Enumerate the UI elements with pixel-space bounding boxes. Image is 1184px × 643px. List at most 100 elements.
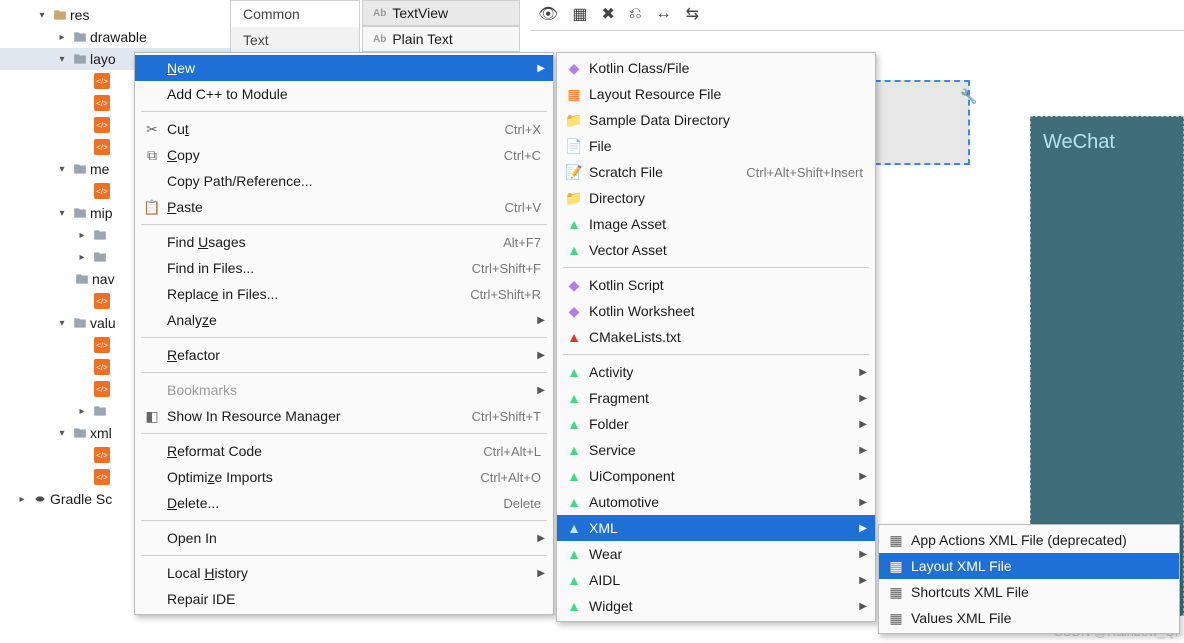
xml-file-icon: </> <box>94 359 110 375</box>
tree-label: me <box>90 161 109 177</box>
menu-shortcuts-xml[interactable]: ▦Shortcuts XML File <box>879 579 1179 605</box>
folder-icon <box>72 51 88 67</box>
menu-local-history[interactable]: Local History▶ <box>135 560 553 586</box>
tree-label: mip <box>90 205 113 221</box>
palette-panel: Common Text <box>230 0 360 54</box>
clear-constraints-icon[interactable]: ⎌ <box>629 5 642 23</box>
eye-icon[interactable]: 👁 <box>538 4 558 24</box>
chevron-right-icon: ▶ <box>537 315 545 326</box>
menu-xml[interactable]: ▲XML▶ <box>557 515 875 541</box>
folder-icon <box>72 315 88 331</box>
xml-file-icon: </> <box>94 469 110 485</box>
palette-category-common[interactable]: Common <box>231 1 359 27</box>
menu-new[interactable]: New▶ <box>135 55 553 81</box>
tree-label: Gradle Sc <box>50 491 112 507</box>
component-plaintext[interactable]: AbPlain Text <box>362 26 520 52</box>
chevron-down-icon: ▾ <box>34 10 50 21</box>
align-icon[interactable]: ↔ <box>656 5 672 23</box>
distribute-icon[interactable]: ⇆ <box>686 4 699 24</box>
palette-category-text[interactable]: Text <box>231 27 359 53</box>
menu-activity[interactable]: ▲Activity▶ <box>557 359 875 385</box>
separator <box>141 111 547 112</box>
scratch-file-icon: 📝 <box>565 164 583 181</box>
menu-app-actions-xml[interactable]: ▦App Actions XML File (deprecated) <box>879 527 1179 553</box>
menu-copy-path[interactable]: Copy Path/Reference... <box>135 168 553 194</box>
tree-folder-drawable[interactable]: ▸ drawable <box>0 26 230 48</box>
grid-icon[interactable]: ▦ <box>572 4 587 24</box>
menu-kotlin-class[interactable]: ◆Kotlin Class/File <box>557 55 875 81</box>
folder-icon <box>74 271 90 287</box>
menu-image-asset[interactable]: ▲Image Asset <box>557 211 875 237</box>
chevron-down-icon: ▾ <box>54 54 70 65</box>
xml-file-icon: </> <box>94 447 110 463</box>
menu-fragment[interactable]: ▲Fragment▶ <box>557 385 875 411</box>
component-label: TextView <box>392 5 448 21</box>
autoconnect-off-icon[interactable]: ✖ <box>601 4 614 24</box>
menu-values-xml[interactable]: ▦Values XML File <box>879 605 1179 631</box>
menu-sample-data-directory[interactable]: 📁Sample Data Directory <box>557 107 875 133</box>
menu-paste[interactable]: 📋PasteCtrl+V <box>135 194 553 220</box>
menu-folder[interactable]: ▲Folder▶ <box>557 411 875 437</box>
component-textview[interactable]: AbTextView <box>362 0 520 26</box>
menu-cut[interactable]: ✂CutCtrl+X <box>135 116 553 142</box>
context-menu: New▶ Add C++ to Module ✂CutCtrl+X ⧉CopyC… <box>134 52 554 615</box>
menu-find-usages[interactable]: Find UsagesAlt+F7 <box>135 229 553 255</box>
xml-file-icon: ▦ <box>887 584 905 601</box>
menu-automotive[interactable]: ▲Automotive▶ <box>557 489 875 515</box>
tree-label: nav <box>92 271 115 287</box>
kotlin-icon: ◆ <box>565 303 583 320</box>
android-icon: ▲ <box>565 416 583 432</box>
menu-file[interactable]: 📄File <box>557 133 875 159</box>
tree-folder-res[interactable]: ▾ res <box>0 4 230 26</box>
menu-layout-resource-file[interactable]: ▦Layout Resource File <box>557 81 875 107</box>
menu-refactor[interactable]: Refactor▶ <box>135 342 553 368</box>
menu-repair-ide[interactable]: Repair IDE <box>135 586 553 612</box>
xml-file-icon: </> <box>94 117 110 133</box>
menu-wear[interactable]: ▲Wear▶ <box>557 541 875 567</box>
menu-cmakelists[interactable]: ▲CMakeLists.txt <box>557 324 875 350</box>
chevron-right-icon: ▸ <box>74 252 90 263</box>
menu-kotlin-worksheet[interactable]: ◆Kotlin Worksheet <box>557 298 875 324</box>
separator <box>141 520 547 521</box>
separator <box>563 267 869 268</box>
chevron-right-icon: ▶ <box>859 367 867 378</box>
menu-find-in-files[interactable]: Find in Files...Ctrl+Shift+F <box>135 255 553 281</box>
xml-file-icon: </> <box>94 337 110 353</box>
android-icon: ▲ <box>565 442 583 458</box>
xml-file-icon: </> <box>94 73 110 89</box>
kotlin-icon: ◆ <box>565 60 583 77</box>
menu-layout-xml-file[interactable]: ▦Layout XML File <box>879 553 1179 579</box>
xml-file-icon: </> <box>94 183 110 199</box>
menu-optimize-imports[interactable]: Optimize ImportsCtrl+Alt+O <box>135 464 553 490</box>
menu-replace-in-files[interactable]: Replace in Files...Ctrl+Shift+R <box>135 281 553 307</box>
menu-uicomponent[interactable]: ▲UiComponent▶ <box>557 463 875 489</box>
menu-aidl[interactable]: ▲AIDL▶ <box>557 567 875 593</box>
menu-bookmarks[interactable]: Bookmarks▶ <box>135 377 553 403</box>
menu-vector-asset[interactable]: ▲Vector Asset <box>557 237 875 263</box>
menu-directory[interactable]: 📁Directory <box>557 185 875 211</box>
separator <box>141 433 547 434</box>
folder-icon: 📁 <box>565 190 583 207</box>
tree-label: valu <box>90 315 116 331</box>
chevron-right-icon: ▶ <box>859 497 867 508</box>
menu-delete[interactable]: Delete...Delete <box>135 490 553 516</box>
wrench-icon[interactable]: 🔧 <box>960 88 977 105</box>
menu-kotlin-script[interactable]: ◆Kotlin Script <box>557 272 875 298</box>
menu-widget[interactable]: ▲Widget▶ <box>557 593 875 619</box>
design-toolbar: 👁 ▦ ✖ ⎌ ↔ ⇆ <box>530 0 707 28</box>
chevron-right-icon: ▶ <box>537 568 545 579</box>
menu-add-cpp[interactable]: Add C++ to Module <box>135 81 553 107</box>
menu-reformat-code[interactable]: Reformat CodeCtrl+Alt+L <box>135 438 553 464</box>
menu-service[interactable]: ▲Service▶ <box>557 437 875 463</box>
menu-copy[interactable]: ⧉CopyCtrl+C <box>135 142 553 168</box>
menu-analyze[interactable]: Analyze▶ <box>135 307 553 333</box>
menu-show-resource-manager[interactable]: ◧Show In Resource ManagerCtrl+Shift+T <box>135 403 553 429</box>
paste-icon: 📋 <box>143 199 161 216</box>
menu-open-in[interactable]: Open In▶ <box>135 525 553 551</box>
android-icon: ▲ <box>565 572 583 588</box>
component-label: Plain Text <box>392 31 452 47</box>
menu-scratch-file[interactable]: 📝Scratch FileCtrl+Alt+Shift+Insert <box>557 159 875 185</box>
folder-icon <box>72 205 88 221</box>
new-submenu: ◆Kotlin Class/File ▦Layout Resource File… <box>556 52 876 622</box>
chevron-right-icon: ▶ <box>859 445 867 456</box>
